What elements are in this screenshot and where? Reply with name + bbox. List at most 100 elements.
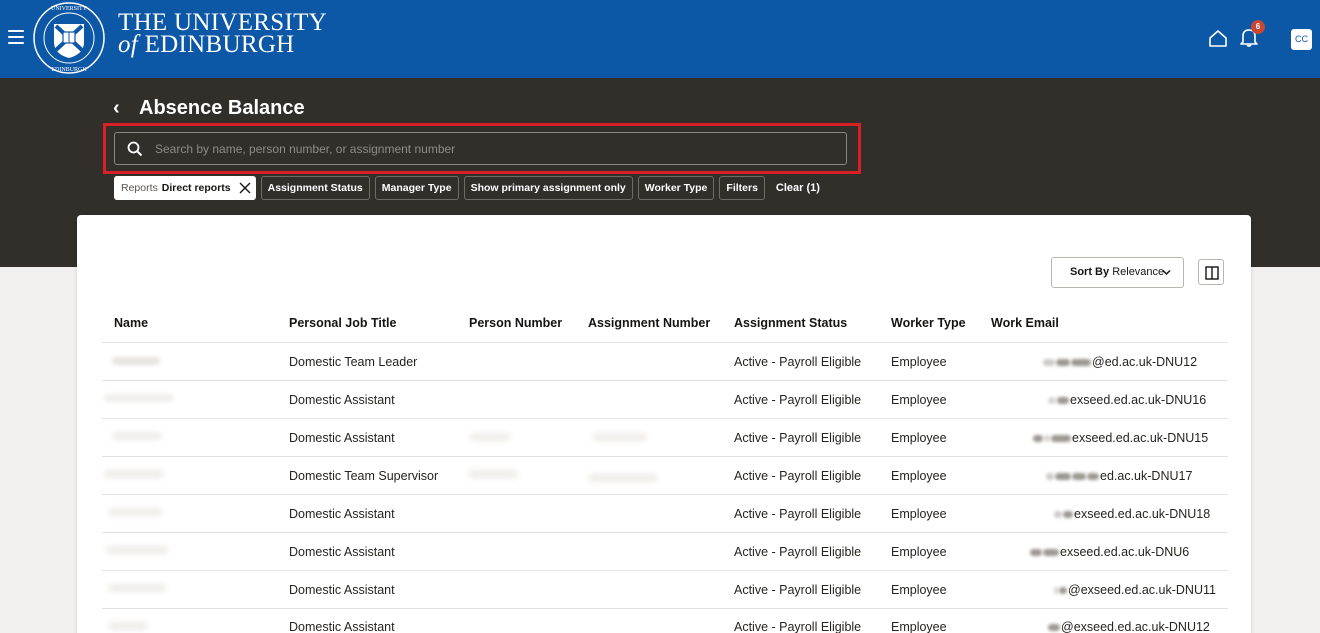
- table-cell-status: Active - Payroll Eligible: [734, 620, 862, 633]
- redacted-name[interactable]: [104, 470, 164, 478]
- filter-chip-worker-type[interactable]: Worker Type: [637, 176, 715, 200]
- column-header-work-email[interactable]: Work Email: [991, 316, 1059, 330]
- svg-text:EDINBURGH: EDINBURGH: [51, 67, 87, 73]
- column-header-assignment-number[interactable]: Assignment Number: [588, 316, 710, 330]
- clear-filters-button[interactable]: Clear (1): [776, 182, 820, 194]
- filter-chip-assignment-status[interactable]: Assignment Status: [260, 176, 370, 200]
- table-cell-email: exseed.ed.ac.uk-DNU6: [1030, 545, 1189, 559]
- table-cell-email: exseed.ed.ac.uk-DNU18: [1054, 507, 1210, 521]
- email-suffix: @exseed.ed.ac.uk-DNU11: [1068, 583, 1216, 597]
- sort-label: Sort By: [1070, 266, 1110, 278]
- home-icon[interactable]: [1208, 28, 1228, 48]
- table-cell-job-title: Domestic Assistant: [289, 583, 395, 597]
- table-cell-worker-type: Employee: [891, 545, 947, 559]
- redacted-person-number: [470, 433, 510, 441]
- redacted-email-part: [1056, 358, 1070, 366]
- redacted-email-part: [1030, 548, 1042, 556]
- table-cell-status: Active - Payroll Eligible: [734, 431, 862, 445]
- email-suffix: exseed.ed.ac.uk-DNU16: [1070, 393, 1207, 407]
- redacted-name[interactable]: [108, 584, 166, 592]
- redacted-email-part: [1057, 396, 1069, 404]
- redacted-email-part: [1043, 358, 1055, 366]
- top-header: UNIVERSITY EDINBURGH THE UNIVERSITY of E…: [0, 0, 1320, 78]
- redacted-email-part: [1048, 396, 1056, 404]
- table-cell-worker-type: Employee: [891, 583, 947, 597]
- table-cell-email: exseed.ed.ac.uk-DNU15: [1033, 431, 1208, 445]
- column-layout-button[interactable]: [1198, 259, 1224, 285]
- email-suffix: @ed.ac.uk-DNU12: [1092, 355, 1198, 369]
- close-icon[interactable]: [239, 182, 251, 194]
- filter-chip-filters[interactable]: Filters: [719, 176, 765, 200]
- column-header-assignment-status[interactable]: Assignment Status: [734, 316, 847, 330]
- search-field[interactable]: [114, 132, 847, 165]
- email-suffix: exseed.ed.ac.uk-DNU15: [1072, 431, 1209, 445]
- table-cell-status: Active - Payroll Eligible: [734, 507, 862, 521]
- table-cell-email: @ed.ac.uk-DNU12: [1043, 355, 1197, 369]
- hamburger-icon[interactable]: [8, 30, 24, 44]
- table-cell-worker-type: Employee: [891, 620, 947, 633]
- table-cell-job-title: Domestic Team Supervisor: [289, 469, 439, 483]
- table-cell-email: @exseed.ed.ac.uk-DNU12: [1048, 620, 1210, 633]
- column-header-name[interactable]: Name: [114, 316, 148, 330]
- redacted-name[interactable]: [104, 394, 174, 402]
- table-cell-job-title: Domestic Assistant: [289, 545, 395, 559]
- redacted-name[interactable]: [108, 622, 148, 630]
- table-cell-email: @exseed.ed.ac.uk-DNU11: [1054, 583, 1216, 597]
- columns-icon: [1205, 266, 1219, 280]
- chevron-down-icon: [1162, 269, 1171, 276]
- table-cell-status: Active - Payroll Eligible: [734, 545, 862, 559]
- redacted-email-part: [1044, 434, 1050, 442]
- table-cell-worker-type: Employee: [891, 355, 947, 369]
- redacted-email-part: [1059, 586, 1067, 594]
- table-cell-status: Active - Payroll Eligible: [734, 355, 862, 369]
- column-header-job-title[interactable]: Personal Job Title: [289, 316, 396, 330]
- redacted-person-number: [468, 470, 518, 478]
- row-divider: [102, 342, 1228, 343]
- table-cell-job-title: Domestic Assistant: [289, 431, 395, 445]
- redacted-name[interactable]: [112, 432, 162, 440]
- email-suffix: exseed.ed.ac.uk-DNU6: [1060, 545, 1190, 559]
- redacted-name[interactable]: [108, 508, 163, 516]
- redacted-email-part: [1033, 434, 1043, 442]
- email-suffix: exseed.ed.ac.uk-DNU18: [1074, 507, 1211, 521]
- table-cell-job-title: Domestic Assistant: [289, 393, 395, 407]
- redacted-name[interactable]: [112, 357, 160, 365]
- university-name-of: of: [118, 31, 139, 58]
- table-cell-job-title: Domestic Team Leader: [289, 355, 418, 369]
- table-cell-job-title: Domestic Assistant: [289, 507, 395, 521]
- redacted-email-part: [1063, 510, 1073, 518]
- column-header-person-number[interactable]: Person Number: [469, 316, 562, 330]
- filter-chip-reports[interactable]: Reports Direct reports: [114, 176, 256, 200]
- row-divider: [102, 418, 1228, 419]
- user-avatar[interactable]: CC: [1291, 29, 1312, 50]
- search-input[interactable]: [155, 134, 835, 163]
- table-cell-email: exseed.ed.ac.uk-DNU16: [1048, 393, 1206, 407]
- row-divider: [102, 570, 1228, 571]
- sort-dropdown[interactable]: Sort By Relevance: [1051, 257, 1184, 288]
- filter-chip-manager-type[interactable]: Manager Type: [374, 176, 459, 200]
- redacted-email-part: [1054, 510, 1062, 518]
- filter-chip-primary-assignment[interactable]: Show primary assignment only: [463, 176, 633, 200]
- redacted-email-part: [1071, 358, 1091, 366]
- redacted-email-part: [1046, 472, 1054, 480]
- back-chevron-icon[interactable]: ‹: [113, 98, 120, 118]
- redacted-email-part: [1048, 623, 1060, 631]
- table-cell-worker-type: Employee: [891, 393, 947, 407]
- column-header-worker-type[interactable]: Worker Type: [891, 316, 966, 330]
- university-crest-logo: UNIVERSITY EDINBURGH: [33, 2, 105, 74]
- redacted-assignment-number: [588, 474, 658, 482]
- redacted-email-part: [1043, 548, 1059, 556]
- table-cell-status: Active - Payroll Eligible: [734, 393, 862, 407]
- redacted-email-part: [1072, 472, 1086, 480]
- email-suffix: ed.ac.uk-DNU17: [1100, 469, 1193, 483]
- table-cell-worker-type: Employee: [891, 469, 947, 483]
- redacted-name[interactable]: [106, 546, 168, 554]
- row-divider: [102, 608, 1228, 609]
- row-divider: [102, 456, 1228, 457]
- sort-value: Relevance: [1112, 266, 1165, 278]
- filter-chip-reports-key: Reports: [121, 182, 158, 194]
- row-divider: [102, 494, 1228, 495]
- row-divider: [102, 380, 1228, 381]
- redacted-email-part: [1051, 434, 1071, 442]
- university-name-line2: EDINBURGH: [144, 31, 295, 58]
